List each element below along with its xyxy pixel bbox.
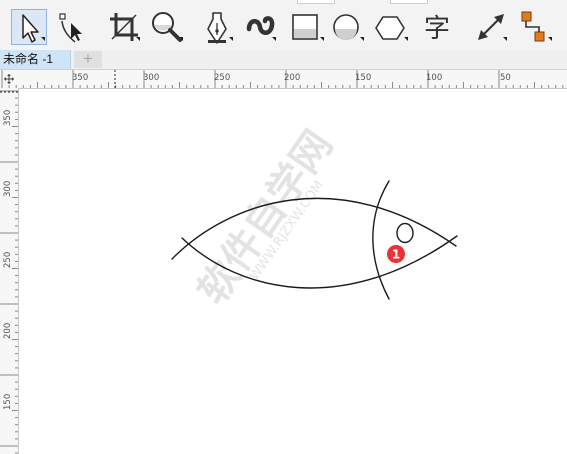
- ruler-label: 250: [214, 73, 230, 83]
- step-marker: 1: [387, 245, 405, 263]
- property-field-stub: [297, 0, 335, 4]
- ruler-label: 200: [3, 323, 13, 339]
- dimension-tool-button[interactable]: [473, 9, 509, 45]
- connector-tool-button[interactable]: [518, 9, 554, 45]
- ruler-label: 50: [500, 73, 511, 83]
- ruler-label: 300: [143, 73, 159, 83]
- hexagon-icon: [375, 16, 408, 41]
- rectangle-tool-button[interactable]: [289, 9, 325, 45]
- ruler-label: 100: [426, 73, 442, 83]
- magnifier-icon: [152, 12, 183, 42]
- shape-edit-icon: [59, 13, 82, 43]
- zoom-tool-button[interactable]: [149, 9, 185, 45]
- document-tab[interactable]: 未命名 -1: [0, 50, 71, 69]
- ruler-label: 200: [284, 73, 300, 83]
- shape-tool-button[interactable]: [55, 9, 91, 45]
- pick-tool-button[interactable]: [11, 9, 47, 45]
- dimension-arrow-icon: [478, 14, 507, 41]
- drawing-canvas[interactable]: 软件自学网 WWW.RJZXW.COM 1: [19, 89, 567, 454]
- watermark: 软件自学网 WWW.RJZXW.COM: [190, 123, 342, 313]
- ruler-label: 300: [3, 181, 13, 197]
- ruler-label: 350: [72, 73, 88, 83]
- vertical-ruler-scale: 350 300 250 200 150: [0, 90, 18, 454]
- pen-nib-icon: [207, 12, 233, 44]
- ruler-label: 250: [3, 252, 13, 268]
- fish-eye[interactable]: [396, 222, 414, 244]
- text-icon: 字: [424, 14, 450, 44]
- fish-head-arc[interactable]: [372, 180, 390, 300]
- text-tool-glyph: 字: [424, 14, 450, 44]
- drawing-surface[interactable]: 软件自学网 WWW.RJZXW.COM 1: [19, 89, 567, 454]
- ruler-label: 150: [355, 73, 371, 83]
- document-tab-bar: 未命名 -1 +: [0, 50, 567, 70]
- polygon-tool-button[interactable]: [373, 9, 409, 45]
- ellipse-icon: [333, 14, 364, 41]
- arrow-pointer-icon: [22, 14, 45, 43]
- watermark-text: 软件自学网: [190, 123, 342, 313]
- property-field-stub: [390, 0, 428, 4]
- crop-icon: [110, 13, 140, 41]
- ruler-origin-icon[interactable]: [0, 70, 18, 88]
- horizontal-ruler-scale: 350 300 250 200 150 100 50: [1, 70, 564, 88]
- vertical-ruler[interactable]: 350 300 250 200 150: [0, 88, 19, 454]
- connector-icon: [521, 11, 552, 42]
- ruler-label: 150: [3, 394, 13, 410]
- text-tool-button[interactable]: 字: [421, 9, 457, 45]
- artistic-media-icon: [246, 16, 276, 41]
- pen-tool-button[interactable]: [200, 9, 236, 45]
- horizontal-ruler[interactable]: 350 300 250 200 150 100 50: [0, 70, 567, 89]
- ruler-label: 350: [3, 110, 13, 126]
- artistic-media-tool-button[interactable]: [243, 9, 279, 45]
- crop-tool-button[interactable]: [106, 9, 142, 45]
- add-tab-button[interactable]: +: [74, 50, 102, 68]
- ellipse-tool-button[interactable]: [330, 9, 366, 45]
- step-marker-number: 1: [392, 248, 400, 262]
- rectangle-icon: [292, 14, 324, 41]
- toolbox: 字: [0, 0, 567, 51]
